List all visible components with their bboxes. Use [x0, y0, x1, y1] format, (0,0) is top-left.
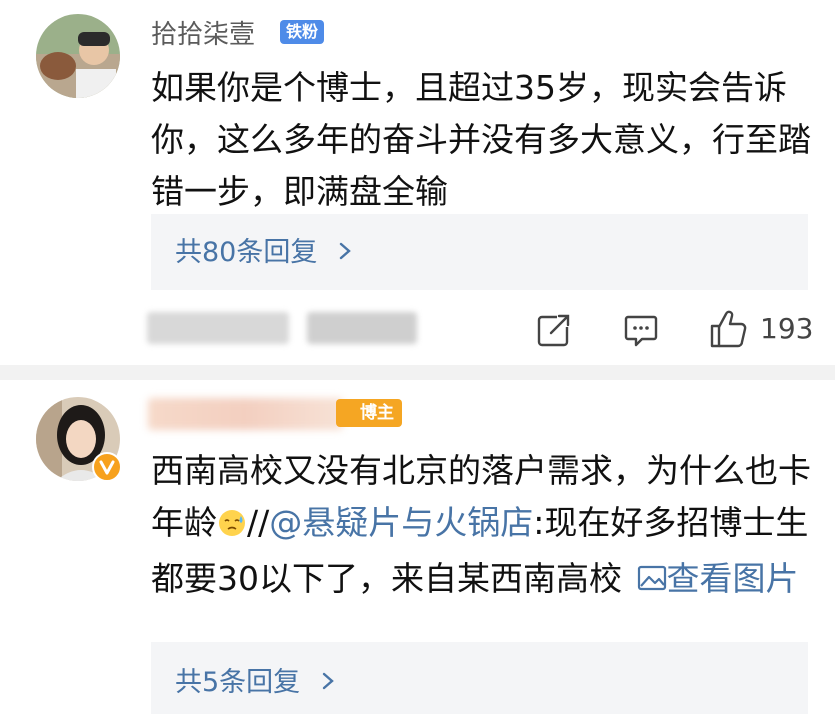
blurred-location	[307, 312, 417, 344]
sweat-emoji	[217, 501, 247, 553]
blurred-timestamp	[147, 312, 289, 344]
like-count: 193	[760, 312, 814, 345]
blogger-badge: 博主	[336, 399, 402, 427]
chevron-right-icon	[338, 237, 352, 268]
image-icon	[637, 555, 667, 607]
iron-fan-badge: 铁粉	[280, 20, 325, 44]
comment-1-text: 如果你是个博士，且超过35岁，现实会告诉你，这么多年的奋斗并没有多大意义，行至踏…	[151, 68, 811, 211]
chevron-right-icon	[321, 667, 335, 698]
username-1[interactable]: 拾拾柒壹	[151, 14, 255, 51]
mention-link[interactable]: @悬疑片与火锅店	[269, 503, 533, 542]
replies-button-2[interactable]: 共5条回复	[151, 642, 808, 714]
replies-button-1[interactable]: 共80条回复	[151, 214, 808, 290]
like-icon	[708, 308, 748, 354]
avatar-image	[36, 14, 120, 98]
blogger-badge-label: 博主	[360, 403, 394, 423]
forward-icon[interactable]	[535, 311, 573, 349]
view-image-label: 查看图片	[666, 559, 799, 598]
replies-label: 共80条回复	[175, 236, 318, 268]
comment-divider	[0, 365, 835, 380]
comment-2-text: 西南高校又没有北京的落户需求，为什么也卡年龄 //@悬疑片与火锅店:现在好多招博…	[151, 445, 811, 607]
comment-icon[interactable]	[622, 311, 660, 349]
avatar-commenter-1[interactable]	[36, 14, 120, 98]
verified-icon	[92, 452, 122, 482]
replies-label: 共5条回复	[175, 666, 301, 698]
mention-prefix: //	[247, 503, 270, 542]
blurred-username[interactable]	[148, 398, 343, 430]
like-button[interactable]: 193	[708, 308, 818, 350]
view-image-link[interactable]: 查看图片	[637, 559, 799, 598]
